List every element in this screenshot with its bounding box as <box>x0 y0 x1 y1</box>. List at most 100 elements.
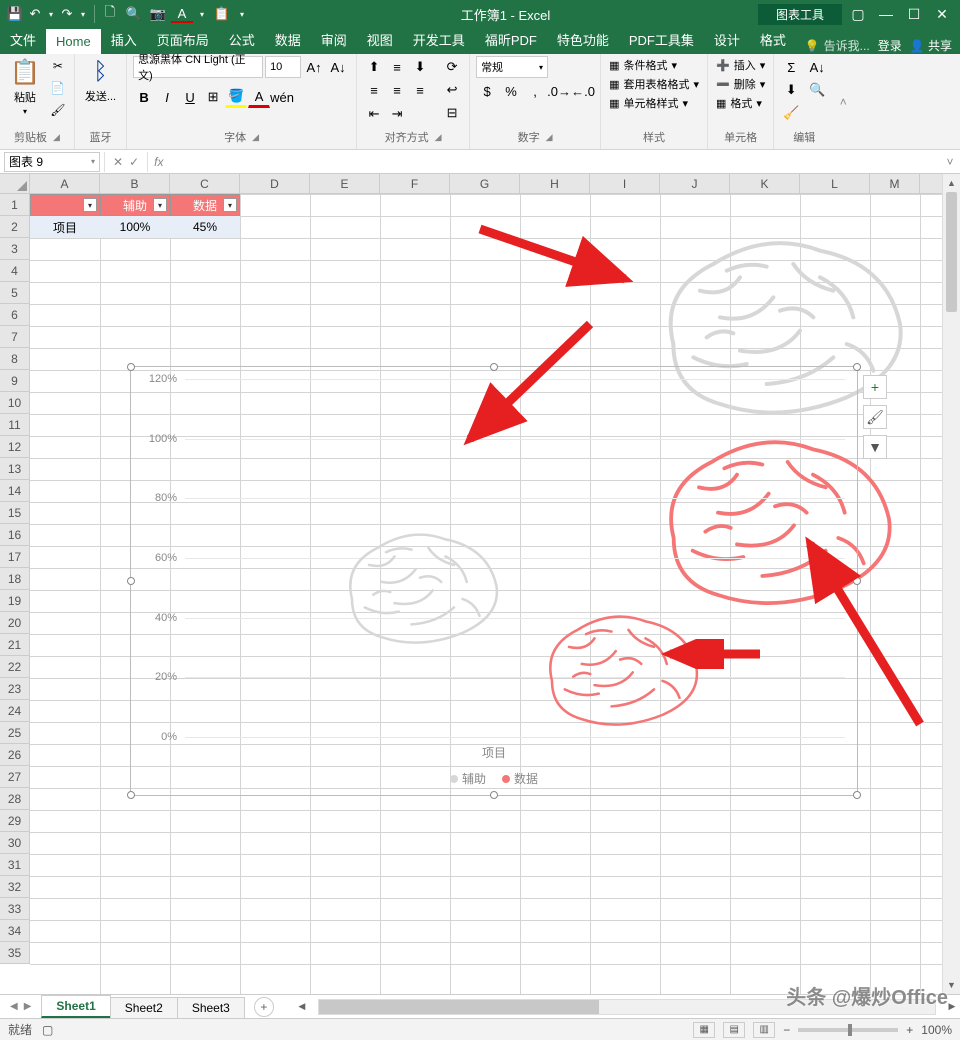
decrease-indent-icon[interactable]: ⇤ <box>363 103 385 125</box>
chart-add-element-button[interactable]: + <box>863 375 887 399</box>
column-header[interactable]: F <box>380 174 450 193</box>
tab-home[interactable]: Home <box>46 29 101 54</box>
tab-insert[interactable]: 插入 <box>101 25 147 54</box>
row-header[interactable]: 26 <box>0 744 29 766</box>
table-header-cell[interactable]: ▾ <box>30 194 100 216</box>
sheet-nav-first-icon[interactable]: ◀ <box>10 1001 18 1012</box>
increase-font-icon[interactable]: A↑ <box>303 56 325 78</box>
tab-dev[interactable]: 开发工具 <box>403 25 475 54</box>
delete-cells-button[interactable]: ➖ 删除 ▾ <box>714 75 767 93</box>
row-header[interactable]: 7 <box>0 326 29 348</box>
resize-handle[interactable] <box>490 791 498 799</box>
column-header[interactable]: G <box>450 174 520 193</box>
minimize-icon[interactable]: — <box>874 2 898 26</box>
redo-icon[interactable]: ↷ <box>60 3 74 25</box>
login-button[interactable]: 登录 <box>878 37 902 54</box>
sort-filter-icon[interactable]: A↓ <box>806 56 828 78</box>
tab-pdfkit[interactable]: PDF工具集 <box>619 25 704 54</box>
increase-decimal-icon[interactable]: .0→ <box>548 80 570 102</box>
fx-icon[interactable]: fx <box>148 155 169 169</box>
cut-icon[interactable]: ✂ <box>48 56 68 76</box>
row-header[interactable]: 23 <box>0 678 29 700</box>
bold-button[interactable]: B <box>133 86 155 108</box>
decrease-font-icon[interactable]: A↓ <box>327 56 349 78</box>
column-header[interactable]: K <box>730 174 800 193</box>
zoom-in-icon[interactable]: + <box>906 1023 913 1037</box>
column-header[interactable]: D <box>240 174 310 193</box>
resize-handle[interactable] <box>127 577 135 585</box>
tab-special[interactable]: 特色功能 <box>547 25 619 54</box>
hscroll-thumb[interactable] <box>319 1000 599 1014</box>
table-cell[interactable]: 100% <box>100 216 170 238</box>
new-file-icon[interactable]: 🗋 <box>99 3 121 25</box>
undo-icon[interactable]: ↶ <box>28 3 42 25</box>
row-header[interactable]: 32 <box>0 876 29 898</box>
column-header[interactable]: L <box>800 174 870 193</box>
row-header[interactable]: 15 <box>0 502 29 524</box>
row-header[interactable]: 4 <box>0 260 29 282</box>
page-break-view-icon[interactable]: ▥ <box>753 1022 775 1038</box>
row-header[interactable]: 31 <box>0 854 29 876</box>
dialog-launcher-icon[interactable]: ◢ <box>252 132 259 143</box>
row-header[interactable]: 27 <box>0 766 29 788</box>
column-header[interactable]: E <box>310 174 380 193</box>
row-header[interactable]: 13 <box>0 458 29 480</box>
merge-cells-icon[interactable]: ⊟ <box>441 102 463 124</box>
clear-icon[interactable]: 🧹 <box>780 102 802 124</box>
chart-legend[interactable]: 辅助数据 <box>131 770 857 787</box>
vertical-scrollbar[interactable]: ▲ ▼ <box>942 174 960 994</box>
tab-view[interactable]: 视图 <box>357 25 403 54</box>
row-header[interactable]: 28 <box>0 788 29 810</box>
column-header[interactable]: B <box>100 174 170 193</box>
table-cell[interactable]: 45% <box>170 216 240 238</box>
cancel-formula-icon[interactable]: ✕ <box>113 155 123 169</box>
row-header[interactable]: 14 <box>0 480 29 502</box>
row-header[interactable]: 21 <box>0 634 29 656</box>
paste-button[interactable]: 📋 粘贴 ▾ <box>6 56 44 118</box>
dialog-launcher-icon[interactable]: ◢ <box>53 132 60 143</box>
column-header[interactable]: M <box>870 174 920 193</box>
name-box[interactable]: 图表 9▾ <box>4 152 100 172</box>
row-header[interactable]: 34 <box>0 920 29 942</box>
align-top-icon[interactable]: ⬆ <box>363 56 385 78</box>
wrap-text-icon[interactable]: ↩ <box>441 79 463 101</box>
align-bottom-icon[interactable]: ⬇ <box>409 56 431 78</box>
row-header[interactable]: 1 <box>0 194 29 216</box>
filter-icon[interactable]: ▾ <box>83 198 97 212</box>
column-header[interactable]: C <box>170 174 240 193</box>
paste-qat-icon[interactable]: 📋 <box>211 3 233 25</box>
macro-record-icon[interactable]: ▢ <box>42 1023 53 1037</box>
number-format-select[interactable]: 常规▾ <box>476 56 548 78</box>
undo-dropdown-icon[interactable]: ▾ <box>44 3 58 25</box>
row-header[interactable]: 2 <box>0 216 29 238</box>
filter-icon[interactable]: ▾ <box>153 198 167 212</box>
row-header[interactable]: 10 <box>0 392 29 414</box>
dialog-launcher-icon[interactable]: ◢ <box>546 132 553 143</box>
row-header[interactable]: 8 <box>0 348 29 370</box>
resize-handle[interactable] <box>127 791 135 799</box>
insert-cells-button[interactable]: ➕ 插入 ▾ <box>714 56 767 74</box>
sheet-nav-last-icon[interactable]: ▶ <box>24 1001 32 1012</box>
row-header[interactable]: 3 <box>0 238 29 260</box>
bluetooth-send-button[interactable]: ᛒ 发送... <box>81 56 120 106</box>
italic-button[interactable]: I <box>156 86 178 108</box>
row-header[interactable]: 5 <box>0 282 29 304</box>
align-center-icon[interactable]: ≡ <box>386 79 408 101</box>
row-header[interactable]: 19 <box>0 590 29 612</box>
border-button[interactable]: ⊞ <box>202 86 224 108</box>
tell-me-search[interactable]: 💡 告诉我... <box>805 37 870 54</box>
legend-item[interactable]: 数据 <box>502 770 538 787</box>
fill-icon[interactable]: ⬇ <box>780 79 802 101</box>
legend-item[interactable]: 辅助 <box>450 770 486 787</box>
copy-icon[interactable]: 📄 <box>48 78 68 98</box>
phonetic-button[interactable]: wén <box>271 86 293 108</box>
close-icon[interactable]: ✕ <box>930 2 954 26</box>
tab-file[interactable]: 文件 <box>0 25 46 54</box>
page-layout-view-icon[interactable]: ▤ <box>723 1022 745 1038</box>
chart-styles-button[interactable]: 🖌 <box>863 405 887 429</box>
hscroll-left-icon[interactable]: ◀ <box>294 1001 310 1012</box>
row-header[interactable]: 12 <box>0 436 29 458</box>
resize-handle[interactable] <box>127 363 135 371</box>
column-header[interactable]: J <box>660 174 730 193</box>
tab-design[interactable]: 设计 <box>704 25 750 54</box>
